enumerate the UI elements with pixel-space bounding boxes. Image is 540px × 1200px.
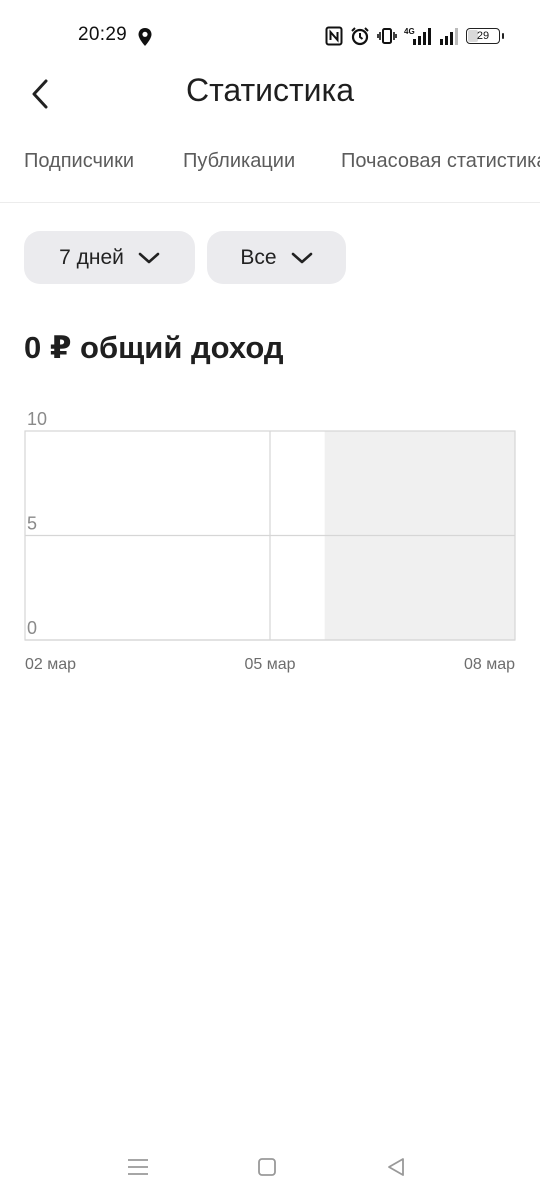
income-chart: 10 5 0 02 мар 05 мар 08 мар [0,395,540,685]
chart-x-tick-label: 02 мар [25,656,76,673]
chart-y-tick-label: 10 [27,409,47,429]
page-title: Статистика [185,72,355,108]
menu-icon [128,1159,148,1175]
status-time: 20:29 [78,24,128,45]
alarm-icon [350,26,370,46]
type-value: Все [240,245,277,269]
network-label: 4G [404,27,415,36]
status-icons: 4G 29 [325,23,504,49]
tab-hourly-stats[interactable]: Почасовая статистика [341,150,540,173]
status-bar: 20:29 4G 29 [0,0,540,72]
home-square-icon [258,1158,276,1176]
period-select[interactable]: 7 дней [24,231,195,284]
signal-icon [439,26,459,46]
tab-bar: Подписчики Публикации Почасовая статисти… [0,140,540,203]
battery-icon: 29 [466,28,504,44]
nfc-icon [325,26,343,46]
tab-subscribers[interactable]: Подписчики [24,150,134,173]
back-triangle-icon [388,1158,404,1176]
location-icon [137,27,153,52]
chart-y-tick-label: 0 [27,618,37,638]
type-select[interactable]: Все [207,231,346,284]
chart-y-tick-label: 5 [27,514,37,534]
back-nav-button[interactable] [376,1152,416,1182]
chart-x-tick-label: 08 мар [464,656,515,673]
chevron-down-icon [138,252,160,263]
vibrate-icon [377,26,397,46]
chevron-down-icon [291,252,312,263]
income-total: 0 ₽ общий доход [24,330,284,365]
income-chart-svg: 10 5 0 02 мар 05 мар 08 мар [24,409,516,673]
home-button[interactable] [247,1152,287,1182]
chart-x-tick-label: 05 мар [244,656,295,673]
period-value: 7 дней [59,245,124,269]
menu-button[interactable] [118,1152,158,1182]
system-nav-bar [0,1140,540,1200]
battery-level: 29 [476,30,490,42]
signal-4g-icon: 4G [404,26,432,46]
tab-publications[interactable]: Публикации [183,150,295,173]
